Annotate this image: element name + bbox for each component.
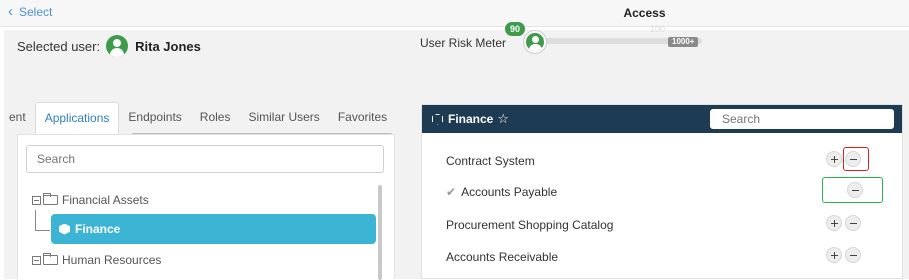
collapse-icon[interactable]: [32, 195, 41, 205]
top-bar: ‹ Select Access: [0, 0, 909, 27]
resource-row: ✔ Accounts Payable: [446, 185, 557, 199]
tab-roles[interactable]: Roles: [191, 102, 240, 134]
highlight-box: [822, 177, 883, 203]
tab-bar: ent Applications Endpoints Roles Similar…: [0, 102, 405, 134]
selected-user-name: Rita Jones: [135, 38, 201, 54]
collapse-icon[interactable]: [32, 255, 41, 265]
tree-node-human-resources[interactable]: Human Resources: [32, 253, 161, 267]
risk-meter-badge: 1000+: [668, 37, 699, 47]
star-icon[interactable]: ☆: [497, 111, 509, 127]
tab-applications[interactable]: Applications: [34, 102, 120, 134]
tab-similar-users[interactable]: Similar Users: [239, 102, 328, 134]
resource-row: Accounts Receivable: [446, 250, 558, 264]
add-icon[interactable]: [826, 151, 842, 167]
page-title: Access: [623, 6, 666, 20]
user-avatar-icon: [106, 35, 129, 57]
finance-panel-title: Finance: [448, 112, 494, 126]
tree-node-label: Financial Assets: [62, 193, 149, 207]
finance-search-input[interactable]: [710, 109, 894, 129]
cube-icon: [432, 113, 443, 125]
finance-panel: Finance ☆ Contract System ✔ Accounts Pay…: [421, 104, 903, 279]
highlight-box: [843, 147, 869, 171]
selected-user: Selected user: Rita Jones: [17, 35, 201, 57]
remove-icon[interactable]: [845, 215, 861, 231]
tab-endpoints[interactable]: Endpoints: [119, 102, 190, 134]
finance-panel-header: Finance ☆: [422, 105, 902, 133]
resource-row: Contract System: [446, 154, 535, 168]
tree-connector: [35, 210, 36, 230]
resource-controls: [826, 247, 864, 263]
tree-scrollbar[interactable]: [378, 185, 382, 280]
add-icon[interactable]: [826, 247, 842, 263]
folder-open-icon: [43, 193, 58, 205]
risk-meter-label: User Risk Meter: [420, 36, 507, 50]
folder-open-icon: [43, 253, 58, 265]
resource-label: Accounts Receivable: [446, 250, 559, 264]
resource-row: Procurement Shopping Catalog: [446, 218, 613, 232]
tree-connector: [35, 230, 50, 231]
applications-search-input[interactable]: [26, 145, 384, 173]
selected-user-label: Selected user:: [17, 38, 101, 54]
tree-node-label: Human Resources: [62, 253, 162, 267]
resource-label: Accounts Payable: [461, 185, 558, 199]
add-icon[interactable]: [826, 215, 842, 231]
check-icon: ✔: [446, 185, 457, 199]
tree-node-finance[interactable]: Finance: [51, 214, 376, 244]
resource-label: Procurement Shopping Catalog: [446, 218, 614, 232]
resource-label: Contract System: [446, 154, 535, 168]
risk-meter-max: 100: [650, 24, 666, 34]
risk-meter-handle-icon[interactable]: [524, 31, 546, 53]
cube-icon: [59, 223, 70, 235]
tree-node-label: Finance: [75, 222, 121, 236]
remove-icon[interactable]: [845, 247, 861, 263]
tab-ent[interactable]: ent: [0, 102, 35, 134]
risk-meter-value: 90: [505, 22, 526, 36]
resource-controls: [826, 215, 864, 231]
tab-favorites[interactable]: Favorites: [329, 102, 396, 134]
applications-panel: Financial Assets Finance Human Resources: [17, 134, 395, 280]
tree-node-financial-assets[interactable]: Financial Assets: [32, 193, 149, 207]
